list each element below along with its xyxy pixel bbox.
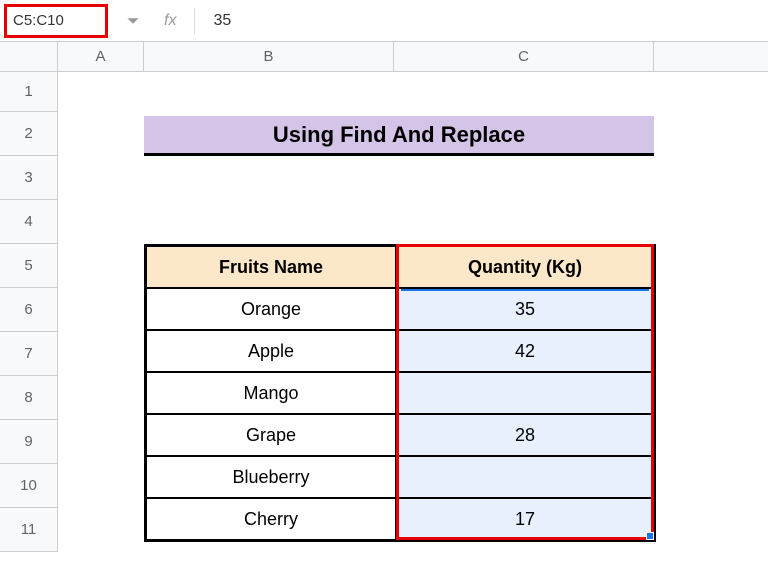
fx-label: fx [164,12,176,30]
row-header-8[interactable]: 8 [0,376,57,420]
name-box-dropdown-icon[interactable] [126,14,140,28]
col-header-b[interactable]: B [144,42,394,71]
col-header-a[interactable]: A [58,42,144,71]
row-header-7[interactable]: 7 [0,332,57,376]
spreadsheet-grid[interactable]: Using Find And Replace Fruits Name Quant… [58,72,768,568]
formula-bar: C5:C10 fx 35 [0,0,768,42]
title-banner: Using Find And Replace [144,116,654,156]
row-header-6[interactable]: 6 [0,288,57,332]
data-table: Fruits Name Quantity (Kg) Orange 35 Appl… [144,244,656,542]
row-header-2[interactable]: 2 [0,112,57,156]
cell-c6[interactable]: 42 [396,330,654,372]
row-header-5[interactable]: 5 [0,244,57,288]
row-header-11[interactable]: 11 [0,508,57,552]
row-header-10[interactable]: 10 [0,464,57,508]
cell-b9[interactable]: Blueberry [146,456,396,498]
cell-b8[interactable]: Grape [146,414,396,456]
header-qty[interactable]: Quantity (Kg) [396,246,654,288]
row-headers: 1 2 3 4 5 6 7 8 9 10 11 [0,72,58,552]
formula-input[interactable]: 35 [213,12,231,30]
row-header-4[interactable]: 4 [0,200,57,244]
cell-c8[interactable]: 28 [396,414,654,456]
cell-b7[interactable]: Mango [146,372,396,414]
column-headers: A B C [0,42,768,72]
cell-c9[interactable] [396,456,654,498]
formula-divider [194,8,195,34]
row-header-3[interactable]: 3 [0,156,57,200]
header-fruits[interactable]: Fruits Name [146,246,396,288]
row-header-1[interactable]: 1 [0,72,57,112]
cell-c5[interactable]: 35 [396,288,654,330]
name-box[interactable]: C5:C10 [4,4,108,38]
cell-b6[interactable]: Apple [146,330,396,372]
col-header-c[interactable]: C [394,42,654,71]
row-header-9[interactable]: 9 [0,420,57,464]
cell-c10[interactable]: 17 [396,498,654,540]
cell-b10[interactable]: Cherry [146,498,396,540]
select-all-corner[interactable] [0,42,58,71]
cell-b5[interactable]: Orange [146,288,396,330]
cell-c7[interactable] [396,372,654,414]
